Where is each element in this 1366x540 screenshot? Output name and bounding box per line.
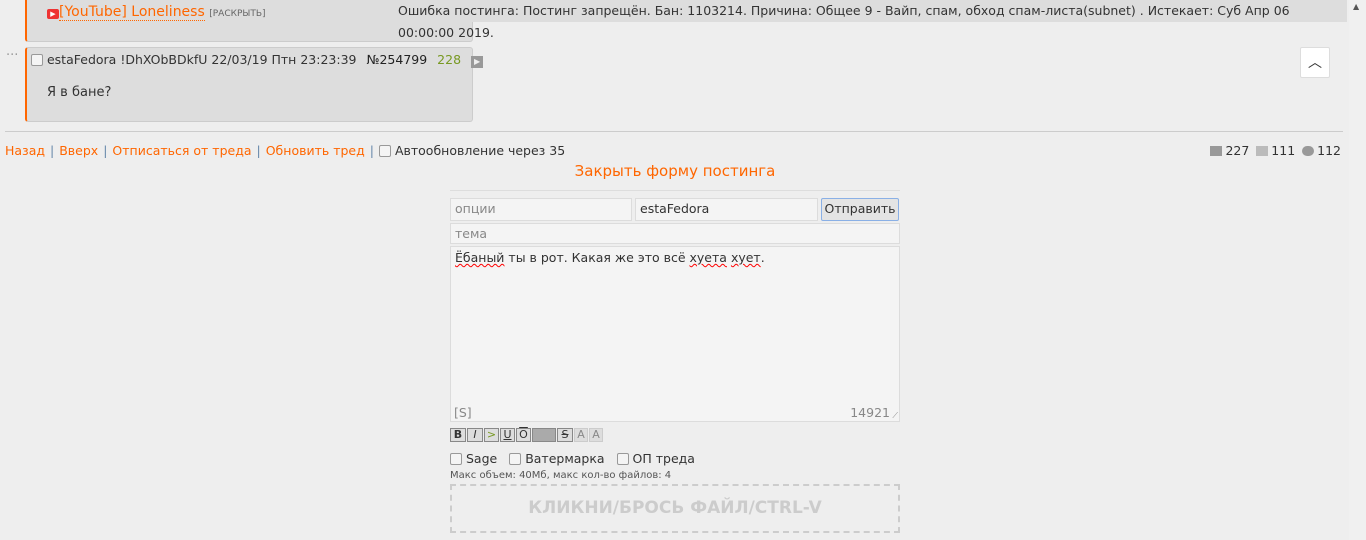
- youtube-link[interactable]: [YouTube] Loneliness: [59, 4, 205, 21]
- divider: [5, 131, 1343, 132]
- scroll-top-button[interactable]: ︿: [1300, 47, 1330, 78]
- post-index: 228: [437, 52, 462, 67]
- refresh-link[interactable]: Обновить тред: [266, 143, 365, 158]
- post-options: Sage Ватермарка ОП треда: [450, 451, 695, 466]
- italic-button[interactable]: I: [467, 428, 483, 442]
- message-textarea[interactable]: Ёбаный ты в рот. Какая же это всё хуета …: [450, 246, 900, 422]
- sage-label: Sage: [465, 451, 498, 466]
- scrollbar[interactable]: ▲: [1349, 0, 1366, 540]
- thread-nav: Назад | Вверх | Отписаться от треда | Обновить…: [5, 143, 565, 158]
- resize-handle[interactable]: ⟋: [892, 411, 898, 421]
- posters-count: 112: [1317, 143, 1341, 158]
- file-dropzone[interactable]: КЛИКНИ/БРОСЬ ФАЙЛ/CTRL-V: [450, 484, 900, 533]
- watermark-checkbox[interactable]: [509, 453, 522, 465]
- youtube-icon: ▶: [47, 9, 59, 19]
- sage-checkbox[interactable]: [450, 453, 462, 465]
- chevron-up-icon: ︿: [1308, 55, 1322, 71]
- watermark-label: Ватермарка: [525, 451, 605, 466]
- underline-button[interactable]: U: [500, 428, 515, 442]
- op-checkbox[interactable]: [616, 453, 629, 465]
- superscript-button[interactable]: A: [574, 428, 588, 442]
- subject-input[interactable]: тема: [450, 223, 900, 244]
- overline-button[interactable]: O: [516, 428, 531, 442]
- comment-icon: [1210, 146, 1223, 156]
- post-trip: !DhXObBDkfU: [120, 52, 208, 67]
- markup-toolbar: B I > U O S A A: [450, 428, 604, 443]
- up-link[interactable]: Вверх: [59, 143, 98, 158]
- unsubscribe-link[interactable]: Отписаться от треда: [112, 143, 251, 158]
- post: estaFedora !DhXObBDkfU 22/03/19 Птн 23:2…: [25, 47, 484, 122]
- name-input[interactable]: estaFedora: [635, 198, 818, 221]
- expand-link[interactable]: [РАСКРЫТЬ]: [209, 9, 265, 19]
- post-play-icon[interactable]: ▶: [471, 56, 484, 68]
- post-select-checkbox[interactable]: [31, 54, 43, 66]
- post-number[interactable]: №254799: [366, 52, 427, 67]
- post-menu-dots[interactable]: ···: [6, 48, 18, 63]
- bold-button[interactable]: B: [450, 428, 466, 442]
- submit-button[interactable]: Отправить: [821, 198, 899, 221]
- strike-button[interactable]: S: [557, 428, 573, 442]
- image-icon: [1256, 146, 1269, 156]
- posts-count: 227: [1225, 143, 1250, 158]
- char-counter: 14921: [850, 405, 890, 420]
- autorefresh-label: Автообновление через 35: [394, 143, 566, 158]
- images-count: 111: [1271, 143, 1296, 158]
- post-text: Я в бане?: [47, 85, 112, 100]
- separator: |: [50, 143, 55, 158]
- divider: [450, 190, 900, 191]
- file-limits: Макс объем: 40Мб, макс кол-во файлов: 4: [450, 470, 672, 481]
- separator: |: [103, 143, 108, 158]
- options-input[interactable]: опции: [450, 198, 632, 221]
- separator: |: [369, 143, 374, 158]
- thread-stats: 227 111 112: [1210, 143, 1344, 158]
- back-link[interactable]: Назад: [5, 143, 45, 158]
- scroll-up-arrow-icon[interactable]: ▲: [1353, 2, 1359, 11]
- subscript-button[interactable]: A: [589, 428, 603, 442]
- message-text: Ёбаный ты в рот. Какая же это всё хуета …: [455, 250, 765, 265]
- op-label: ОП треда: [632, 451, 695, 466]
- quote-button[interactable]: >: [484, 428, 499, 442]
- post-date: 22/03/19 Птн 23:23:39: [211, 52, 357, 67]
- post-name: estaFedora: [46, 52, 117, 67]
- separator: |: [256, 143, 261, 158]
- spoiler-button[interactable]: [532, 428, 556, 442]
- close-form-link[interactable]: Закрыть форму постинга: [450, 162, 900, 180]
- autorefresh-checkbox[interactable]: [378, 145, 391, 157]
- error-message: Ошибка постинга: Постинг запрещён. Бан: …: [372, 0, 1347, 40]
- spoiler-tag[interactable]: [S]: [454, 405, 472, 420]
- users-icon: [1302, 146, 1315, 156]
